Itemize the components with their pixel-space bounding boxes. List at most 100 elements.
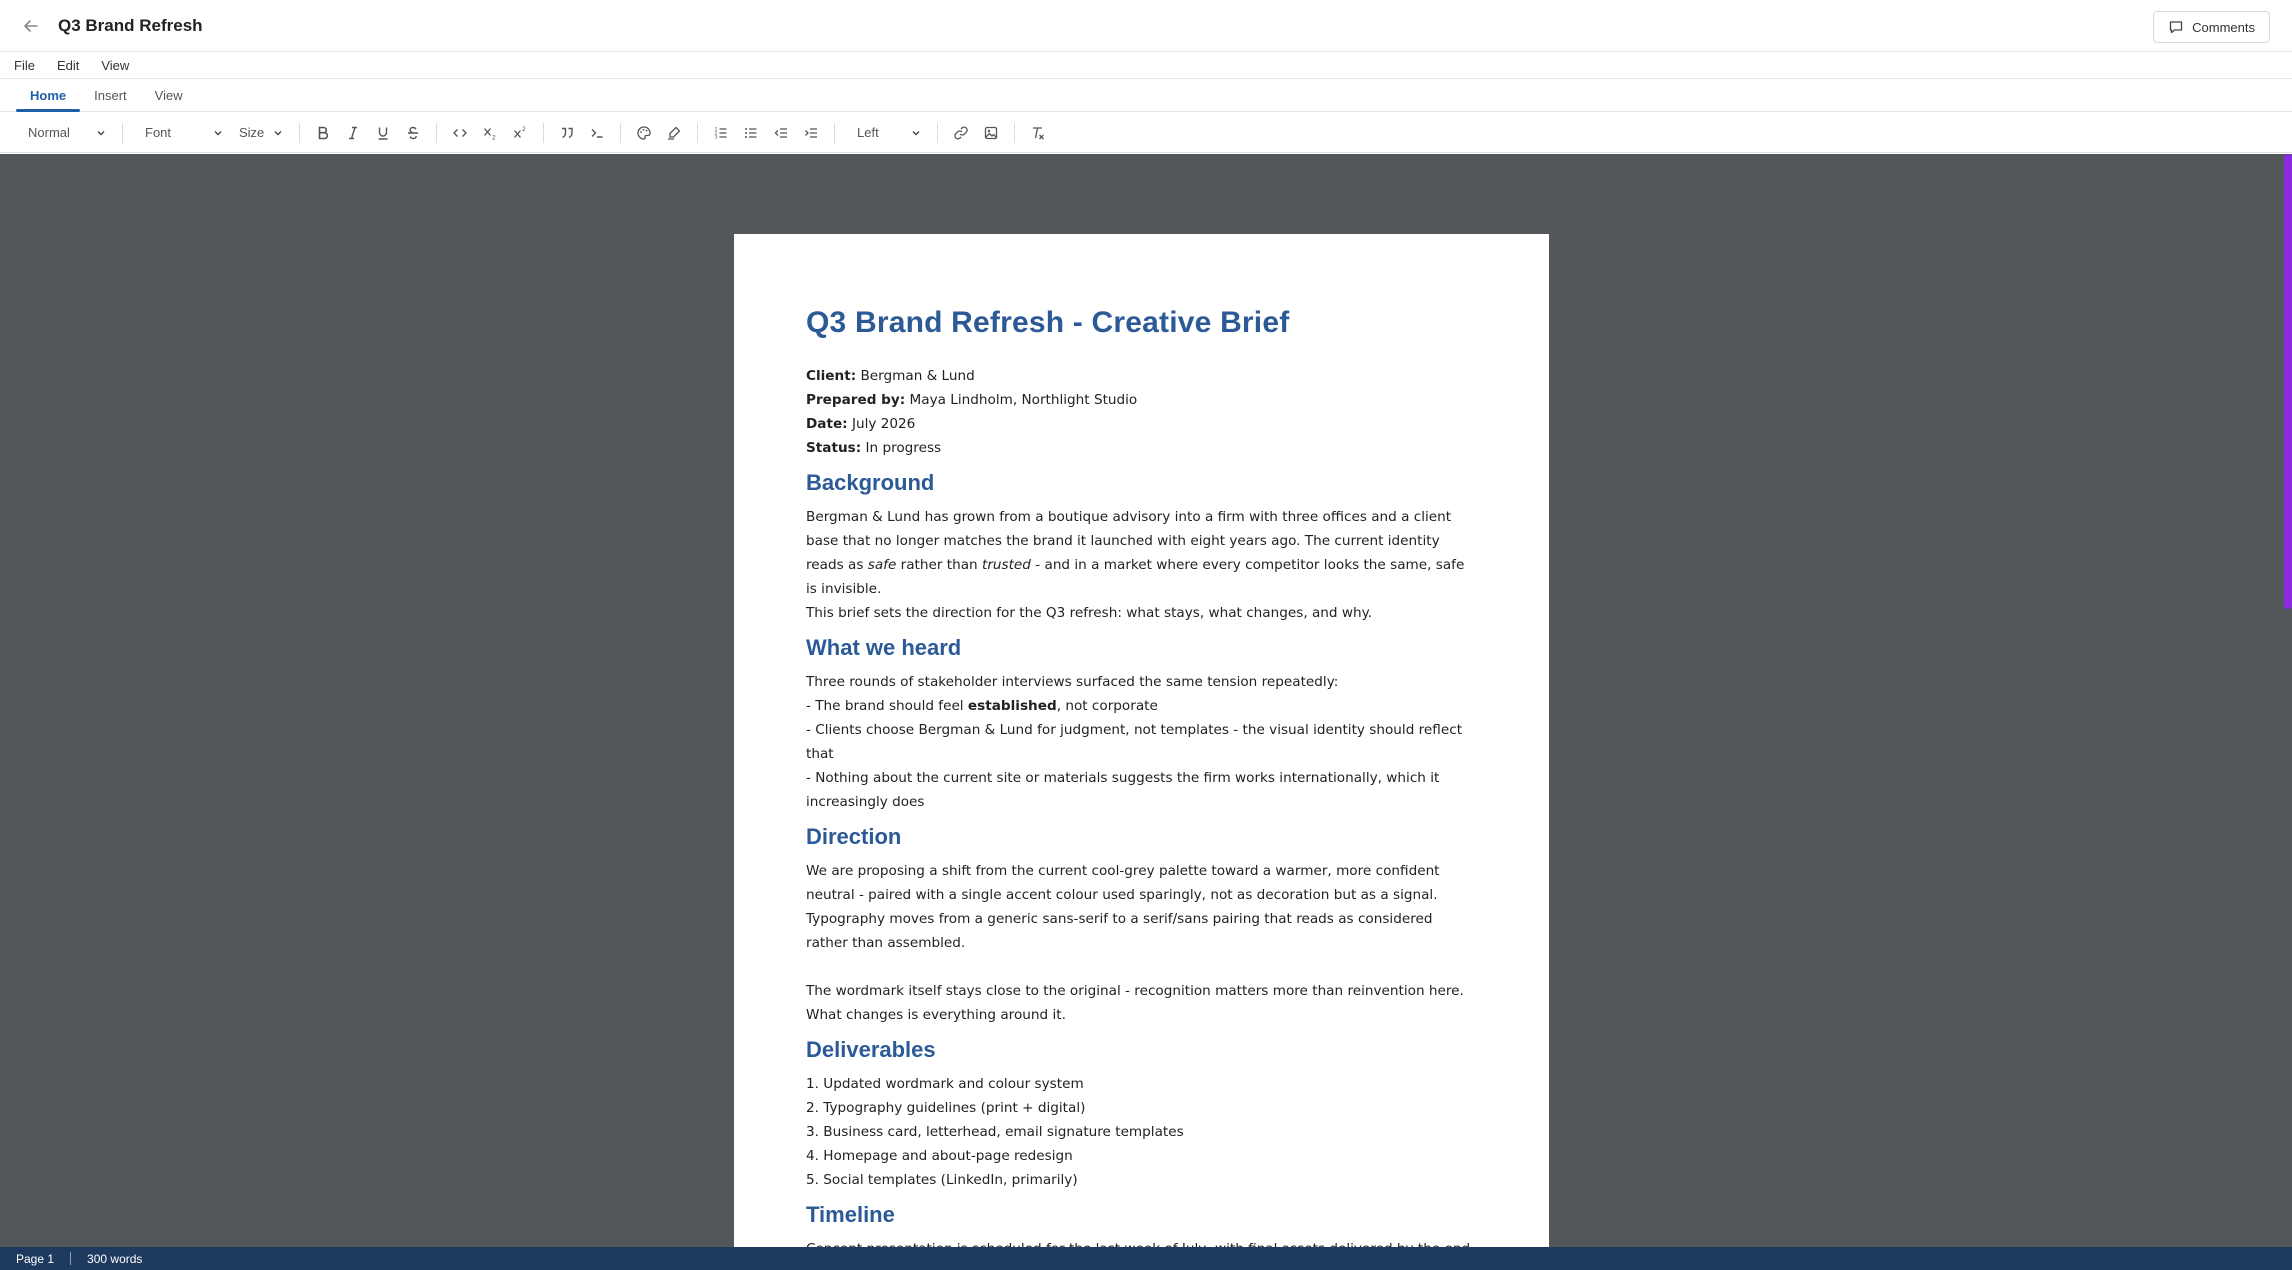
highlighter-icon	[668, 126, 681, 140]
underline-button[interactable]	[368, 118, 398, 148]
meta-date-label: Date:	[806, 416, 848, 432]
italic-run: trusted	[981, 557, 1031, 573]
document-title: Q3 Brand Refresh	[58, 15, 203, 35]
heading-timeline: Timeline	[806, 1202, 895, 1227]
alignment-value: Left	[857, 125, 879, 140]
heading-what-we-heard: What we heard	[806, 635, 962, 660]
indent-button[interactable]	[796, 118, 826, 148]
toolbar-separator	[299, 122, 300, 143]
menu-edit[interactable]: Edit	[57, 58, 79, 73]
status-divider	[70, 1252, 72, 1265]
superscript-button[interactable]: 2	[505, 118, 535, 148]
meta-client-label: Client:	[806, 368, 857, 384]
menu-view[interactable]: View	[101, 58, 129, 73]
toolbar-separator	[620, 122, 621, 143]
page-indicator: Page 1	[16, 1251, 55, 1266]
bold-run: established	[967, 698, 1057, 714]
deliverable-item: 3. Business card, letterhead, email sign…	[806, 1124, 1184, 1140]
quote-button[interactable]	[552, 118, 582, 148]
text-run: rather than	[896, 557, 982, 573]
subscript-button[interactable]: 2	[475, 118, 505, 148]
image-icon	[984, 126, 998, 139]
direction-paragraph-2: The wordmark itself stays close to the o…	[806, 983, 1464, 1023]
deliverable-item: 4. Homepage and about-page redesign	[806, 1148, 1073, 1164]
tab-view[interactable]: View	[141, 80, 197, 111]
meta-date: Date: July 2026	[806, 412, 1477, 436]
background-paragraph-2: This brief sets the direction for the Q3…	[806, 605, 1373, 621]
chevron-down-icon	[274, 130, 282, 135]
paragraph-style-dropdown[interactable]: Normal	[14, 119, 114, 147]
bulleted-list-button[interactable]	[736, 118, 766, 148]
bold-icon	[318, 126, 329, 139]
code-button[interactable]	[445, 118, 475, 148]
meta-client: Client: Bergman & Lund	[806, 364, 1477, 388]
deliverable-item: 1. Updated wordmark and colour system	[806, 1076, 1084, 1092]
text-run: - The brand should feel	[806, 698, 968, 714]
heard-point-3: - Nothing about the current site or mate…	[806, 770, 1440, 810]
meta-prepared-label: Prepared by:	[806, 392, 906, 408]
svg-text:2: 2	[492, 134, 496, 141]
strikethrough-icon	[408, 126, 418, 139]
document-page[interactable]: Q3 Brand Refresh - Creative Brief Client…	[734, 234, 1549, 1247]
italic-icon	[349, 126, 357, 139]
paragraph-style-value: Normal	[28, 125, 70, 140]
outdent-icon	[774, 127, 787, 138]
font-size-dropdown[interactable]: Size	[231, 119, 291, 147]
numbered-list-button[interactable]: 123	[706, 118, 736, 148]
comments-button[interactable]: Comments	[2153, 11, 2270, 43]
toolbar-separator	[543, 122, 544, 143]
vertical-scrollbar-thumb[interactable]	[2284, 154, 2292, 609]
chevron-down-icon	[912, 130, 920, 135]
toolbar-separator	[1014, 122, 1015, 143]
ribbon-tabs: Home Insert View	[0, 80, 2292, 112]
code-icon	[453, 128, 467, 137]
text-run: , not corporate	[1056, 698, 1158, 714]
menu-file[interactable]: File	[14, 58, 35, 73]
comment-icon	[2169, 21, 2183, 34]
svg-text:3: 3	[715, 134, 718, 140]
meta-date-value: July 2026	[847, 416, 916, 432]
heard-point-2: - Clients choose Bergman & Lund for judg…	[806, 722, 1463, 762]
strikethrough-button[interactable]	[398, 118, 428, 148]
outdent-button[interactable]	[766, 118, 796, 148]
heading-deliverables: Deliverables	[806, 1037, 936, 1062]
subscript-icon: 2	[484, 127, 496, 141]
document-workspace: Q3 Brand Refresh - Creative Brief Client…	[0, 154, 2292, 1247]
toolbar-separator	[122, 122, 123, 143]
insert-image-button[interactable]	[976, 118, 1006, 148]
heading-direction: Direction	[806, 824, 902, 849]
direction-paragraph-1: We are proposing a shift from the curren…	[806, 863, 1440, 951]
font-size-value: Size	[239, 125, 265, 140]
highlight-button[interactable]	[659, 118, 689, 148]
background-paragraph: Bergman & Lund has grown from a boutique…	[806, 505, 1477, 601]
timeline-paragraph: Concept presentation is scheduled for th…	[806, 1237, 1477, 1247]
status-bar: Page 1 300 words	[0, 1247, 2292, 1270]
document-meta: Client: Bergman & Lund Prepared by: Maya…	[806, 364, 1477, 460]
meta-client-value: Bergman & Lund	[856, 368, 975, 384]
toolbar-separator	[436, 122, 437, 143]
chevron-down-icon	[214, 130, 222, 135]
tab-home[interactable]: Home	[16, 80, 81, 112]
numbered-list-icon: 123	[715, 126, 727, 140]
back-button[interactable]	[14, 9, 48, 43]
document-heading: Q3 Brand Refresh - Creative Brief	[806, 306, 1290, 339]
toolbar-separator	[937, 122, 938, 143]
palette-icon	[637, 125, 651, 140]
deliverable-item: 2. Typography guidelines (print + digita…	[806, 1100, 1086, 1116]
italic-button[interactable]	[338, 118, 368, 148]
insert-link-button[interactable]	[946, 118, 976, 148]
code-block-button[interactable]	[582, 118, 612, 148]
tab-insert[interactable]: Insert	[80, 80, 141, 111]
bulleted-list-icon	[745, 127, 757, 138]
chevron-down-icon	[97, 130, 105, 135]
font-family-dropdown[interactable]: Font	[131, 119, 231, 147]
bold-button[interactable]	[308, 118, 338, 148]
quote-icon	[562, 127, 573, 138]
text-color-button[interactable]	[629, 118, 659, 148]
deliverable-item: 5. Social templates (LinkedIn, primarily…	[806, 1172, 1078, 1188]
alignment-dropdown[interactable]: Left	[843, 119, 929, 147]
link-icon	[954, 126, 968, 139]
meta-status-value: In progress	[861, 440, 942, 456]
clear-formatting-button[interactable]	[1023, 118, 1053, 148]
toolbar-separator	[834, 122, 835, 143]
